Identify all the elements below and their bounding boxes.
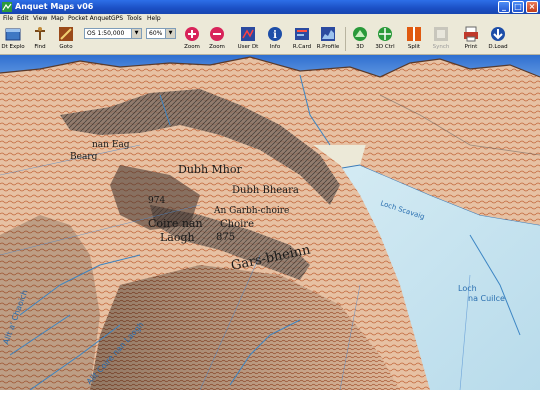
print-label: Print xyxy=(464,44,478,50)
goto-button[interactable]: Goto xyxy=(54,26,78,54)
label-na-cuilce: na Cuilce xyxy=(468,294,505,303)
info-button[interactable]: i Info xyxy=(264,26,286,54)
app-window: Anquet Maps v06 _ □ × File Edit View Map… xyxy=(0,0,540,390)
user-data-button[interactable]: User Dt xyxy=(236,26,260,54)
toolbar: Dt Explo Find Goto OS 1:50,000 ▼ 60% ▼ Z… xyxy=(0,24,540,55)
zoom-level-value: 60% xyxy=(149,30,163,37)
window-title: Anquet Maps v06 xyxy=(15,2,94,11)
label-loch: Loch xyxy=(458,284,477,293)
route-card-button[interactable]: R.Card xyxy=(290,26,314,54)
map-scale-select[interactable]: OS 1:50,000 ▼ xyxy=(84,28,142,39)
label-coire-nan: Coire nan xyxy=(148,217,203,230)
find-label: Find xyxy=(34,44,46,50)
3d-control-icon xyxy=(378,27,392,41)
label-height-974: 974 xyxy=(148,196,165,206)
split-label: Split xyxy=(407,44,421,50)
close-icon: × xyxy=(528,2,536,11)
zoom-level-select[interactable]: 60% ▼ xyxy=(146,28,176,39)
menu-view[interactable]: View xyxy=(33,14,47,24)
svg-text:i: i xyxy=(273,30,277,41)
goto-icon xyxy=(59,27,73,41)
map-scale-value: OS 1:50,000 xyxy=(87,30,125,37)
map-3d-view[interactable]: Dubh Mhor Dubh Bheara An Garbh-choire Co… xyxy=(0,55,540,390)
print-icon xyxy=(464,26,478,42)
zoom-in-button[interactable]: Zoom xyxy=(181,26,203,54)
chevron-down-icon[interactable]: ▼ xyxy=(165,29,175,38)
label-nan-eag: nan Eag xyxy=(92,140,130,150)
menu-file[interactable]: File xyxy=(3,14,13,24)
terrain-render: Dubh Mhor Dubh Bheara An Garbh-choire Co… xyxy=(0,55,540,390)
zoom-in-icon xyxy=(185,27,199,41)
download-button[interactable]: D.Load xyxy=(486,26,510,54)
download-label: D.Load xyxy=(488,44,508,50)
synch-button[interactable]: Synch xyxy=(429,26,453,54)
route-profile-label: R.Profile xyxy=(316,44,340,50)
label-garbh-choire: An Garbh-choire xyxy=(213,206,289,216)
chevron-down-icon[interactable]: ▼ xyxy=(131,29,141,38)
info-label: Info xyxy=(269,44,281,50)
user-data-label: User Dt xyxy=(237,44,259,50)
split-button[interactable]: Split xyxy=(403,26,425,54)
label-laogh: Laogh xyxy=(160,231,195,244)
maximize-button[interactable]: □ xyxy=(512,1,524,13)
explorer-icon xyxy=(5,28,21,41)
split-icon xyxy=(407,27,421,41)
route-profile-icon xyxy=(321,27,335,41)
user-data-icon xyxy=(241,27,255,41)
zoom-out-icon xyxy=(210,27,224,41)
minimize-button[interactable]: _ xyxy=(498,1,510,13)
maximize-icon: □ xyxy=(514,2,522,11)
route-profile-button[interactable]: R.Profile xyxy=(316,26,340,54)
zoom-in-label: Zoom xyxy=(184,44,200,50)
label-height-875: 875 xyxy=(216,232,235,243)
toolbar-separator xyxy=(345,27,346,51)
dt-explorer-label: Dt Explo xyxy=(1,44,25,50)
find-icon xyxy=(35,27,45,40)
menu-edit[interactable]: Edit xyxy=(17,14,29,24)
close-button[interactable]: × xyxy=(526,1,538,13)
3d-button[interactable]: 3D xyxy=(349,26,371,54)
minimize-icon: _ xyxy=(502,2,506,11)
menu-gps[interactable]: GPS xyxy=(111,14,123,24)
synch-label: Synch xyxy=(432,44,450,50)
label-choire: Choire xyxy=(220,219,254,230)
label-bearg: Bearg xyxy=(70,152,98,162)
synch-icon xyxy=(434,27,448,41)
route-card-label: R.Card xyxy=(292,44,312,50)
download-icon xyxy=(491,27,505,41)
print-button[interactable]: Print xyxy=(460,26,482,54)
menu-pocket-anquet[interactable]: Pocket Anquet xyxy=(68,14,111,24)
3d-control-button[interactable]: 3D Ctrl xyxy=(373,26,397,54)
dt-explorer-button[interactable]: Dt Explo xyxy=(1,26,25,54)
zoom-out-button[interactable]: Zoom xyxy=(206,26,228,54)
find-button[interactable]: Find xyxy=(29,26,51,54)
menu-tools[interactable]: Tools xyxy=(127,14,142,24)
label-dubh-bhearg: Dubh Bheara xyxy=(232,185,299,196)
zoom-out-label: Zoom xyxy=(209,44,225,50)
route-card-icon xyxy=(295,28,309,40)
title-bar[interactable]: Anquet Maps v06 _ □ × xyxy=(0,0,540,14)
goto-label: Goto xyxy=(59,44,73,50)
3d-icon xyxy=(353,27,367,41)
menu-map[interactable]: Map xyxy=(51,14,64,24)
menu-help[interactable]: Help xyxy=(147,14,161,24)
label-dubh-mhor: Dubh Mhor xyxy=(178,163,242,176)
3d-control-label: 3D Ctrl xyxy=(375,44,395,50)
menu-bar: File Edit View Map Pocket Anquet GPS Too… xyxy=(0,14,540,24)
3d-label: 3D xyxy=(356,44,364,50)
info-icon: i xyxy=(268,27,282,41)
app-logo-icon xyxy=(2,2,12,12)
